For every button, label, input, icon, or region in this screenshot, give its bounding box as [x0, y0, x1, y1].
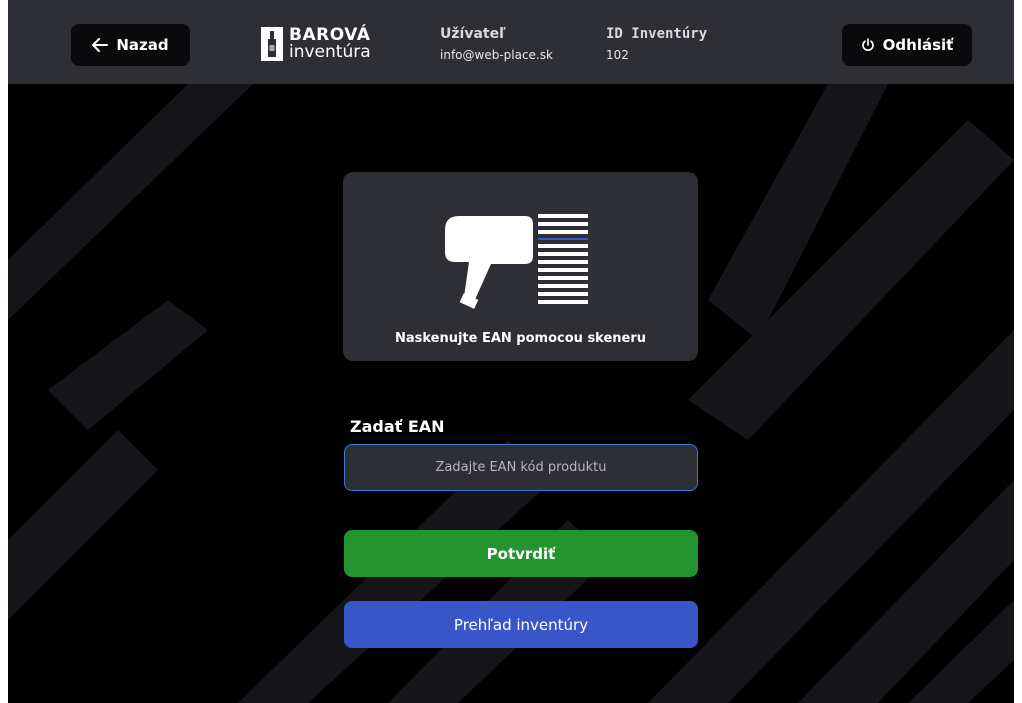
back-button-label: Nazad	[116, 36, 169, 54]
power-icon	[861, 38, 874, 51]
logout-button[interactable]: Odhlásiť	[842, 24, 972, 66]
arrow-left-icon	[92, 38, 109, 52]
ean-label: Zadať EAN	[350, 417, 445, 436]
barcode-scanner-icon	[445, 214, 588, 309]
app-window: Nazad BAROVÁ inventúra Užívateľ info@web…	[8, 0, 1014, 703]
inventory-label: ID Inventúry	[606, 26, 708, 42]
logout-button-label: Odhlásiť	[882, 36, 954, 54]
top-bar: Nazad BAROVÁ inventúra Užívateľ info@web…	[8, 0, 1014, 84]
inventory-overview-button[interactable]: Prehľad inventúry	[344, 601, 698, 648]
user-label: Užívateľ	[440, 26, 506, 42]
confirm-button[interactable]: Potvrdiť	[344, 530, 698, 577]
user-info: Užívateľ info@web-place.sk	[440, 26, 553, 62]
inventory-id: 102	[606, 48, 629, 62]
scanner-card: Naskenujte EAN pomocou skeneru	[343, 172, 698, 361]
user-email: info@web-place.sk	[440, 48, 553, 62]
scanner-caption: Naskenujte EAN pomocou skeneru	[394, 331, 647, 346]
back-button[interactable]: Nazad	[71, 24, 190, 66]
app-logo: BAROVÁ inventúra	[261, 24, 371, 64]
confirm-button-label: Potvrdiť	[486, 544, 556, 563]
logo-subtitle: inventúra	[289, 42, 371, 62]
ean-input[interactable]	[344, 444, 698, 491]
inventory-overview-label: Prehľad inventúry	[453, 615, 589, 634]
inventory-info: ID Inventúry 102	[606, 26, 707, 62]
bottle-icon	[261, 27, 283, 61]
